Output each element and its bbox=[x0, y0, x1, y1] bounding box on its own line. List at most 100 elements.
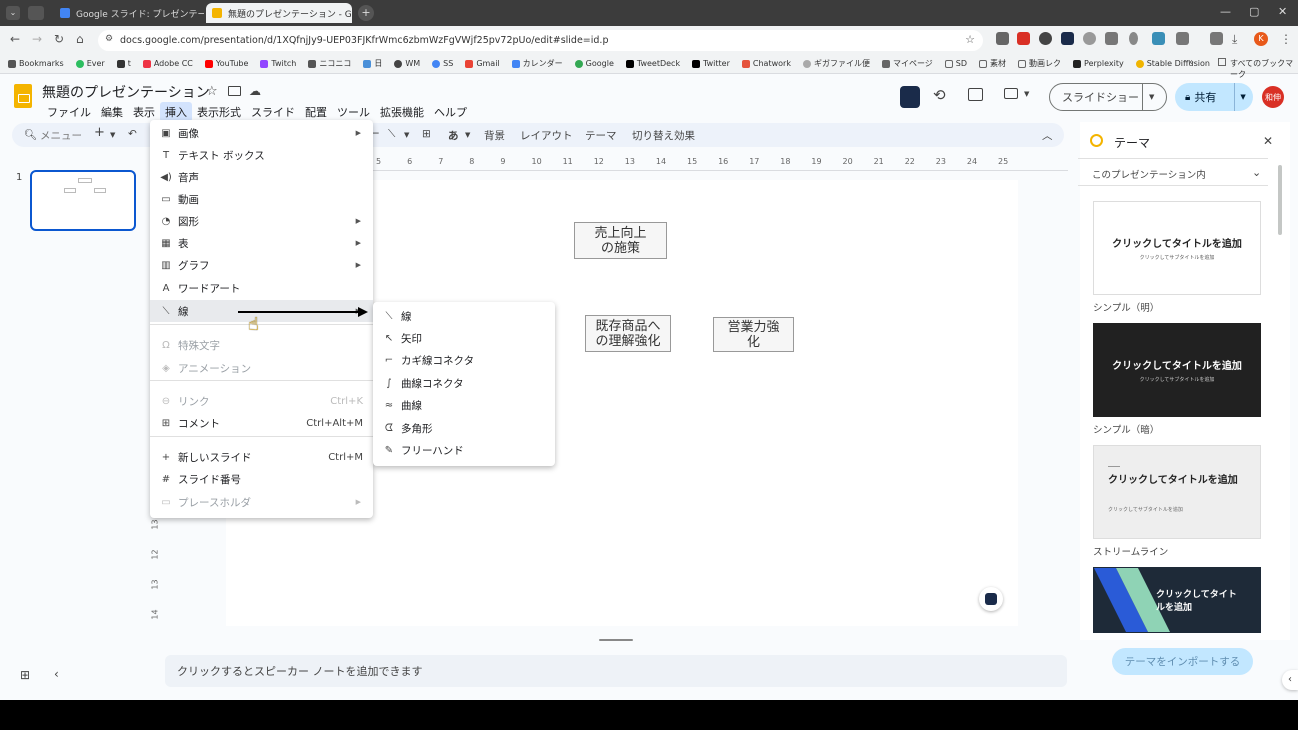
close-window-icon[interactable]: ✕ bbox=[1278, 5, 1287, 18]
menu-tools[interactable]: ツール bbox=[332, 102, 375, 122]
search-menus-icon[interactable]: 🔍︎ bbox=[24, 128, 37, 141]
collapse-toolbar-icon[interactable]: ︿ bbox=[1042, 128, 1053, 143]
menu-format[interactable]: 表示形式 bbox=[192, 102, 246, 122]
bookmark-item[interactable]: Bookmarks bbox=[8, 59, 64, 68]
back-icon[interactable]: ← bbox=[10, 32, 20, 46]
close-panel-icon[interactable]: ✕ bbox=[1263, 134, 1273, 148]
app-icon[interactable] bbox=[28, 6, 44, 20]
menu-help[interactable]: ヘルプ bbox=[429, 102, 472, 122]
background-button[interactable]: 背景 bbox=[484, 128, 505, 143]
transition-button[interactable]: 切り替え効果 bbox=[632, 128, 695, 143]
chevron-down-icon[interactable]: ▼ bbox=[1024, 90, 1029, 98]
notes-resize-handle[interactable] bbox=[599, 639, 633, 641]
download-icon[interactable]: ⤓ bbox=[1232, 32, 1237, 47]
extensions-puzzle-icon[interactable] bbox=[1176, 32, 1189, 45]
line-submenu-item[interactable]: ✎ フリーハンド bbox=[373, 439, 555, 461]
bookmark-item[interactable]: Gmail bbox=[465, 59, 500, 68]
textbox-sales-force[interactable]: 営業力強化 bbox=[713, 317, 794, 352]
bookmark-item[interactable]: Ever bbox=[75, 59, 105, 68]
share-dropdown-icon[interactable]: ▼ bbox=[1234, 83, 1246, 111]
speaker-notes[interactable]: クリックするとスピーカー ノートを追加できます bbox=[165, 655, 1067, 687]
undo-icon[interactable]: ↶ bbox=[128, 128, 137, 140]
version-history-icon[interactable]: ⟲ bbox=[933, 86, 946, 104]
tab-list-icon[interactable] bbox=[1210, 32, 1223, 45]
slideshow-dropdown-icon[interactable]: ▼ bbox=[1142, 84, 1154, 110]
grid-view-icon[interactable]: ⊞ bbox=[20, 668, 30, 682]
insert-menu-item[interactable]: ▣ 画像 ▶ bbox=[150, 122, 373, 144]
chevron-down-icon[interactable]: ▼ bbox=[110, 131, 115, 139]
menu-arrange[interactable]: 配置 bbox=[300, 102, 332, 122]
insert-menu-item[interactable]: ▦ 表 ▶ bbox=[150, 232, 373, 254]
all-bookmarks-folder[interactable]: すべてのブックマーク bbox=[1218, 58, 1298, 80]
line-submenu-item[interactable]: ≈ 曲線 bbox=[373, 395, 555, 417]
comment-icon[interactable]: ⊞ bbox=[422, 128, 431, 140]
theme-card-streamline[interactable]: クリックしてタイトルを追加 クリックしてサブタイトルを追加 bbox=[1093, 445, 1261, 539]
bookmark-item[interactable]: マイページ bbox=[881, 58, 933, 69]
extension-icon[interactable] bbox=[1083, 32, 1096, 45]
insert-menu-item[interactable]: ◔ 図形 ▶ bbox=[150, 210, 373, 232]
insert-menu-item[interactable]: T テキスト ボックス bbox=[150, 144, 373, 166]
bookmark-item[interactable]: t bbox=[116, 59, 131, 68]
minimize-icon[interactable]: — bbox=[1220, 5, 1231, 18]
meet-icon[interactable] bbox=[1004, 88, 1018, 99]
bookmark-star-icon[interactable]: ☆ bbox=[965, 33, 975, 46]
line-submenu-item[interactable]: ᗧ 多角形 bbox=[373, 417, 555, 439]
theme-card-simple-dark[interactable]: クリックしてタイトルを追加 クリックしてサブタイトルを追加 bbox=[1093, 323, 1261, 417]
insert-menu-item[interactable]: ▥ グラフ ▶ bbox=[150, 254, 373, 276]
addon-icon[interactable] bbox=[900, 86, 920, 108]
collapse-filmstrip-icon[interactable]: ‹ bbox=[54, 667, 59, 681]
bookmark-item[interactable]: Adobe CC bbox=[142, 59, 193, 68]
menu-view[interactable]: 表示 bbox=[128, 102, 160, 122]
bookmark-item[interactable]: ニコニコ bbox=[308, 58, 351, 69]
insert-menu-item[interactable]: # スライド番号 bbox=[150, 468, 373, 490]
new-slide-icon[interactable]: + bbox=[94, 125, 105, 140]
line-submenu-item[interactable]: ⟍ 線 bbox=[373, 305, 555, 327]
input-tools-icon[interactable]: あ bbox=[448, 128, 459, 143]
document-title[interactable]: 無題のプレゼンテーション bbox=[42, 82, 210, 102]
extension-icon[interactable] bbox=[1039, 32, 1052, 45]
layout-button[interactable]: レイアウト bbox=[520, 128, 573, 143]
theme-card-simple-light[interactable]: クリックしてタイトルを追加 クリックしてサブタイトルを追加 bbox=[1093, 201, 1261, 295]
bookmark-item[interactable]: Chatwork bbox=[741, 59, 791, 68]
menu-insert[interactable]: 挿入 bbox=[160, 102, 192, 122]
insert-menu-item[interactable]: ▭ 動画 bbox=[150, 188, 373, 210]
import-theme-button[interactable]: テーマをインポートする bbox=[1112, 648, 1253, 675]
profile-avatar[interactable]: K bbox=[1254, 32, 1268, 46]
panel-scrollbar[interactable] bbox=[1278, 165, 1282, 235]
menu-slide[interactable]: スライド bbox=[246, 102, 300, 122]
share-button[interactable]: 🔒︎ 共有 ▼ bbox=[1175, 83, 1253, 111]
reload-icon[interactable]: ↻ bbox=[54, 32, 64, 46]
home-icon[interactable]: ⌂ bbox=[76, 32, 84, 46]
new-tab-icon[interactable]: + bbox=[358, 5, 374, 21]
extension-icon[interactable] bbox=[1152, 32, 1165, 45]
bookmark-item[interactable]: ギガファイル便 bbox=[802, 58, 870, 69]
mic-icon[interactable] bbox=[1129, 32, 1138, 45]
slide-thumbnail[interactable] bbox=[30, 170, 136, 231]
search-menus-input[interactable]: メニュー bbox=[40, 128, 82, 143]
menu-file[interactable]: ファイル bbox=[42, 102, 96, 122]
line-submenu-item[interactable]: ⌐ カギ線コネクタ bbox=[373, 350, 555, 372]
insert-menu-item[interactable]: + 新しいスライド Ctrl+M bbox=[150, 446, 373, 468]
addon-floating-button[interactable] bbox=[979, 587, 1003, 611]
avatar[interactable]: 和伸 bbox=[1262, 86, 1284, 108]
acrobat-icon[interactable] bbox=[1017, 32, 1030, 45]
bookmark-item[interactable]: TweetDeck bbox=[625, 59, 680, 68]
textbox-sales-strategy[interactable]: 売上向上 の施策 bbox=[574, 222, 667, 259]
bookmark-item[interactable]: SD bbox=[944, 59, 967, 68]
bookmarks-overflow-icon[interactable]: » bbox=[1188, 57, 1194, 68]
extension-icon[interactable] bbox=[996, 32, 1009, 45]
theme-card-focus[interactable]: クリックしてタイトルを追加 bbox=[1093, 567, 1261, 633]
bookmark-item[interactable]: Google bbox=[574, 59, 614, 68]
comments-icon[interactable] bbox=[968, 88, 983, 101]
cloud-status-icon[interactable]: ☁ bbox=[249, 84, 261, 98]
bookmark-item[interactable]: YouTube bbox=[204, 59, 248, 68]
tab-slides-home[interactable]: Google スライド: プレゼンテーション ✕ bbox=[54, 3, 204, 23]
theme-scope-select[interactable]: このプレゼンテーション内 bbox=[1092, 167, 1206, 181]
browser-menu-icon[interactable]: ⋮ bbox=[1280, 32, 1292, 46]
line-submenu-item[interactable]: ↖ 矢印 bbox=[373, 327, 555, 349]
extension-icon[interactable] bbox=[1061, 32, 1074, 45]
side-panel-toggle-icon[interactable]: ‹ bbox=[1282, 670, 1298, 690]
bookmark-item[interactable]: カレンダー bbox=[511, 58, 563, 69]
chevron-down-icon[interactable]: ▼ bbox=[404, 131, 409, 139]
site-info-icon[interactable]: ⚙ bbox=[105, 34, 113, 44]
